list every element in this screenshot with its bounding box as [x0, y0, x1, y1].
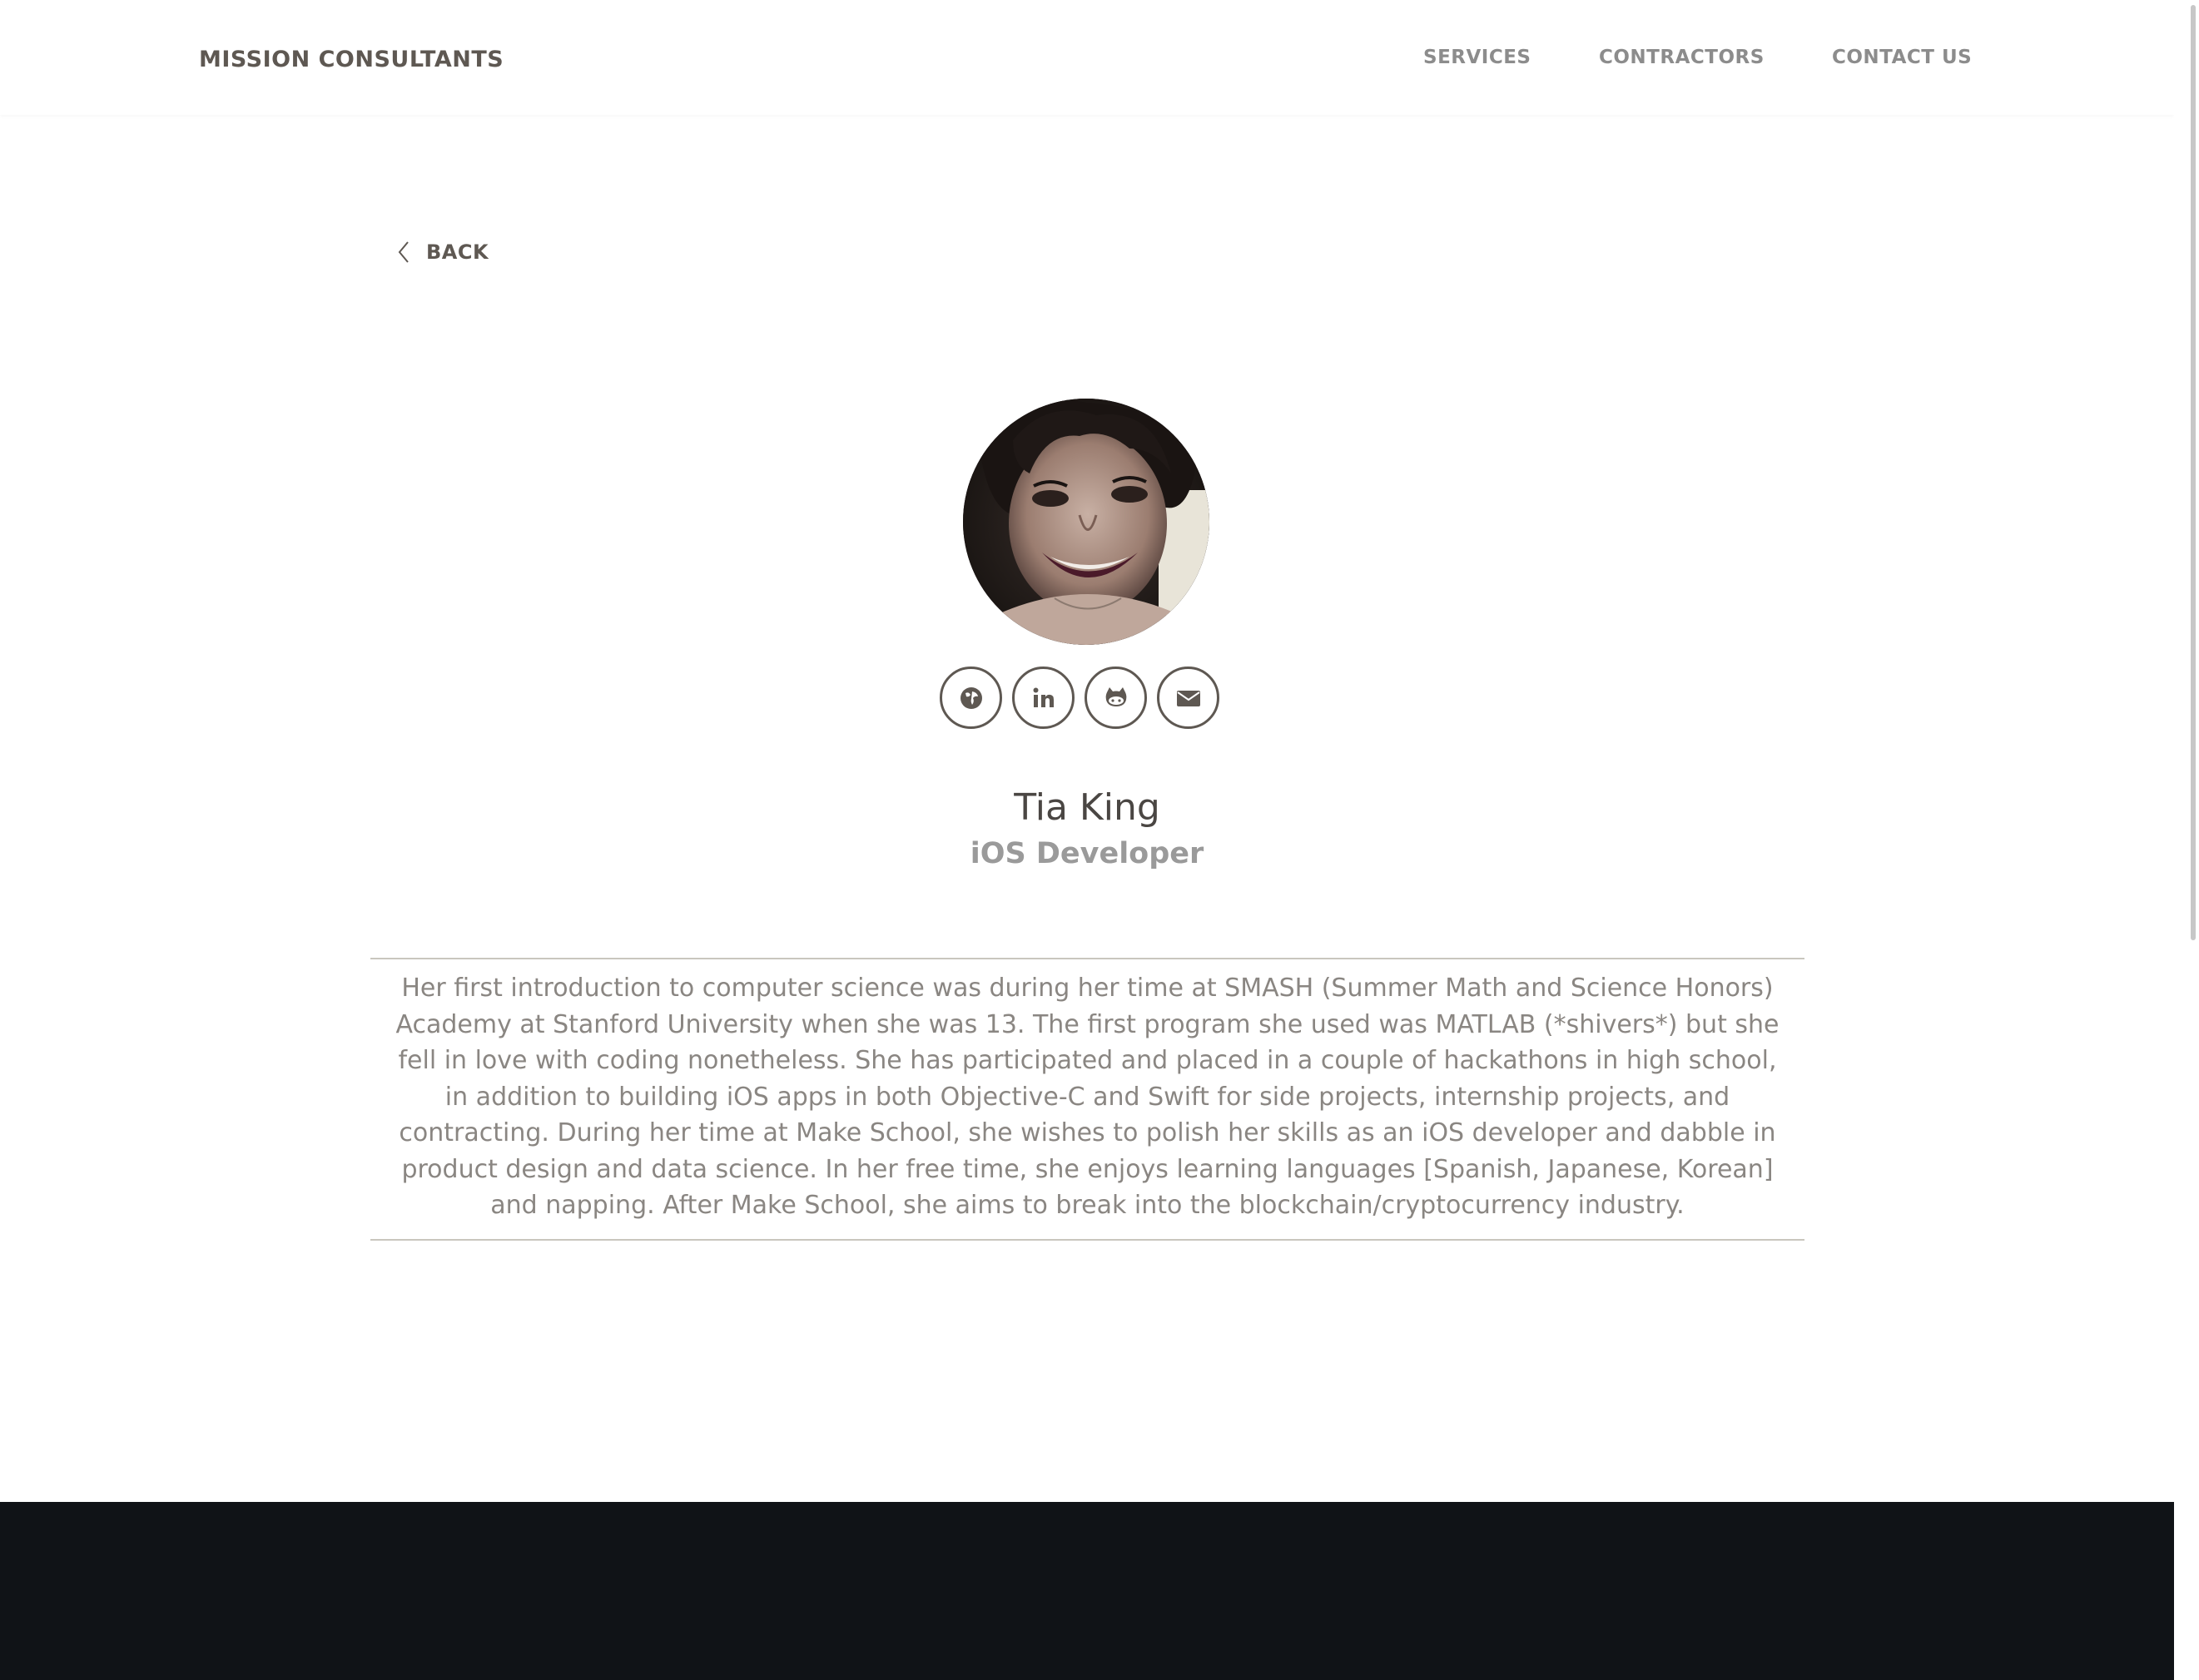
envelope-icon [1176, 690, 1200, 706]
profile-bio: Her first introduction to computer scien… [395, 974, 1780, 1220]
footer [0, 1502, 2174, 1680]
chevron-left-icon [398, 241, 409, 263]
top-navbar: MISSION CONSULTANTS SERVICES CONTRACTORS… [0, 0, 2174, 115]
globe-icon [960, 686, 982, 709]
bio-divider-top [370, 958, 1804, 959]
avatar-image [963, 399, 1209, 645]
linkedin-icon [1033, 687, 1054, 707]
bio-divider-bottom [370, 1239, 1804, 1241]
back-label: BACK [426, 240, 489, 264]
linkedin-button[interactable] [1012, 667, 1075, 729]
social-links [940, 667, 1219, 729]
github-button[interactable] [1085, 667, 1147, 729]
vertical-scrollbar[interactable] [2174, 0, 2199, 1680]
profile-avatar [963, 399, 1209, 645]
back-link[interactable]: BACK [391, 239, 489, 265]
page: MISSION CONSULTANTS SERVICES CONTRACTORS… [0, 0, 2174, 1680]
profile-role: iOS Developer [970, 837, 1204, 870]
profile-name: Tia King [1014, 786, 1160, 829]
nav-link-services[interactable]: SERVICES [1423, 47, 1531, 68]
nav-link-contact-us[interactable]: CONTACT US [1832, 47, 1972, 68]
scrollbar-thumb[interactable] [2191, 5, 2196, 940]
website-button[interactable] [940, 667, 1002, 729]
brand-logo-text[interactable]: MISSION CONSULTANTS [199, 47, 504, 72]
email-button[interactable] [1157, 667, 1219, 729]
github-icon [1105, 686, 1126, 706]
nav-link-contractors[interactable]: CONTRACTORS [1599, 47, 1765, 68]
